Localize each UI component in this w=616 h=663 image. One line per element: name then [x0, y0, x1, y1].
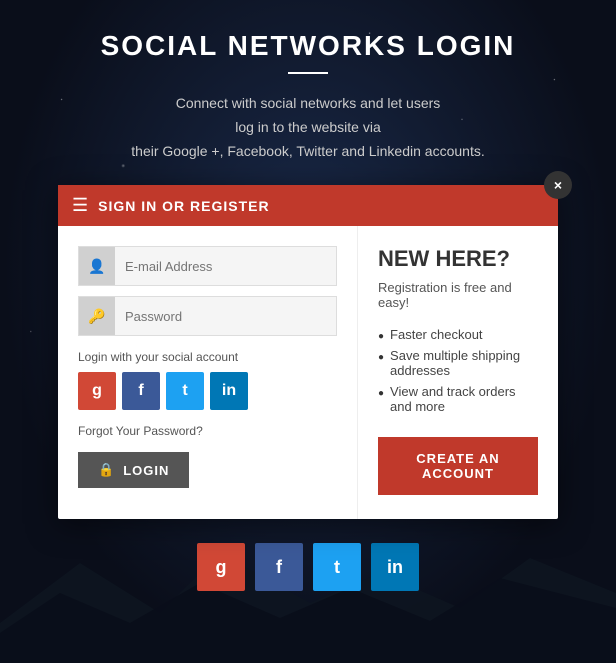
email-input-group: 👤 — [78, 246, 337, 286]
linkedin-login-button[interactable]: in — [210, 372, 248, 410]
password-input[interactable] — [115, 300, 336, 333]
login-button[interactable]: 🔒 LOGIN — [78, 452, 189, 488]
modal-title: SIGN IN OR REGISTER — [98, 198, 269, 214]
create-account-button[interactable]: CREATE AN ACCOUNT — [378, 437, 538, 495]
list-item: ● View and track orders and more — [378, 381, 538, 417]
title-divider — [288, 72, 328, 74]
forgot-password-link[interactable]: Forgot Your Password? — [78, 424, 337, 438]
social-buttons: g f t in — [78, 372, 337, 410]
bottom-facebook-button[interactable]: f — [255, 543, 303, 591]
list-item: ● Faster checkout — [378, 324, 538, 345]
bottom-social-buttons: g f t in — [197, 543, 419, 591]
lock-icon: 🔑 — [79, 297, 115, 335]
login-modal: ☰ SIGN IN OR REGISTER × 👤 🔑 Login with y… — [58, 185, 558, 519]
facebook-login-button[interactable]: f — [122, 372, 160, 410]
modal-body: 👤 🔑 Login with your social account g f t… — [58, 226, 558, 519]
close-button[interactable]: × — [544, 171, 572, 199]
social-login-label: Login with your social account — [78, 350, 337, 364]
page-subtitle: Connect with social networks and let use… — [131, 92, 484, 163]
menu-icon: ☰ — [72, 195, 88, 216]
new-here-title: NEW HERE? — [378, 246, 538, 272]
modal-header: ☰ SIGN IN OR REGISTER × — [58, 185, 558, 226]
benefits-list: ● Faster checkout ● Save multiple shippi… — [378, 324, 538, 417]
twitter-login-button[interactable]: t — [166, 372, 204, 410]
user-icon: 👤 — [79, 247, 115, 285]
login-form-panel: 👤 🔑 Login with your social account g f t… — [58, 226, 358, 519]
password-input-group: 🔑 — [78, 296, 337, 336]
bottom-google-button[interactable]: g — [197, 543, 245, 591]
register-panel: NEW HERE? Registration is free and easy!… — [358, 226, 558, 519]
page-title: SOCIAL NETWORKS LOGIN — [101, 30, 516, 62]
bottom-twitter-button[interactable]: t — [313, 543, 361, 591]
bullet-icon: ● — [378, 352, 384, 363]
bottom-linkedin-button[interactable]: in — [371, 543, 419, 591]
bullet-icon: ● — [378, 388, 384, 399]
lock-icon-btn: 🔒 — [98, 462, 115, 478]
email-input[interactable] — [115, 250, 336, 283]
registration-subtitle: Registration is free and easy! — [378, 280, 538, 310]
bullet-icon: ● — [378, 331, 384, 342]
google-login-button[interactable]: g — [78, 372, 116, 410]
list-item: ● Save multiple shipping addresses — [378, 345, 538, 381]
